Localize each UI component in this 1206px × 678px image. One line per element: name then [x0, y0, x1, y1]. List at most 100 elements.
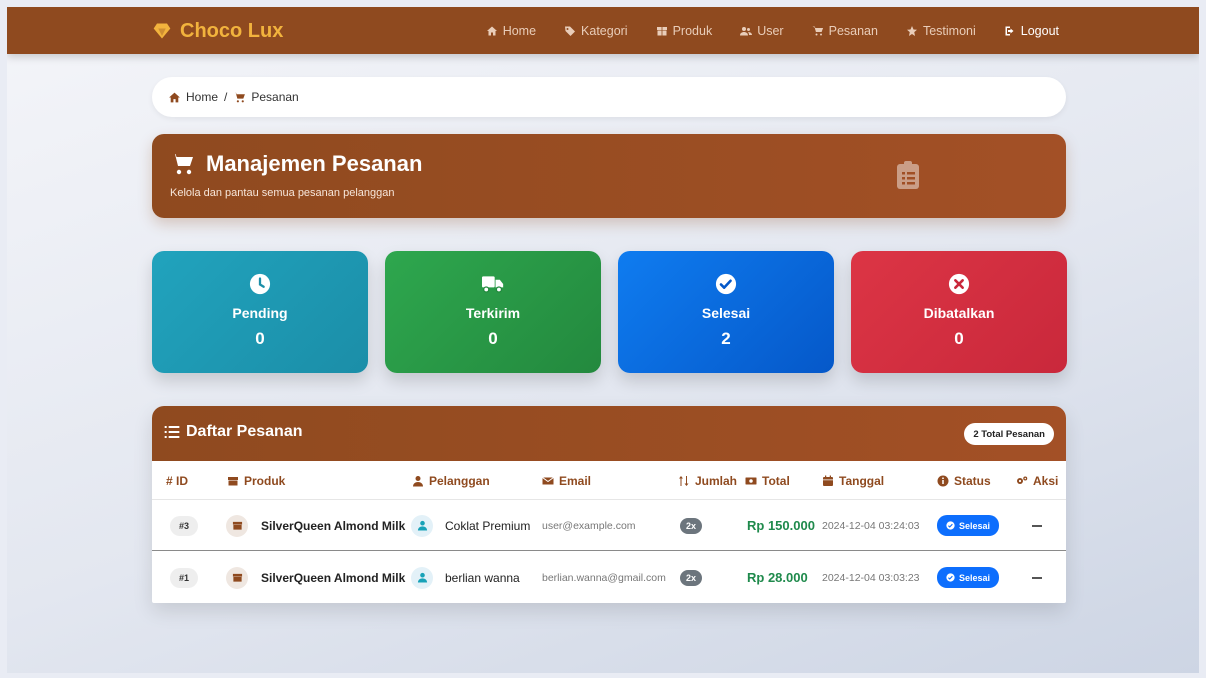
- stat-cancel-label: Dibatalkan: [923, 305, 995, 321]
- stat-cancel-value: 0: [954, 329, 964, 348]
- no-action-dash: [1032, 524, 1042, 527]
- user-icon: [417, 520, 427, 531]
- product-icon-wrap: [226, 514, 248, 537]
- stat-card-done: Selesai 2: [618, 251, 834, 373]
- calendar-icon: [823, 475, 833, 486]
- nav-produk[interactable]: Produk: [656, 23, 713, 38]
- table-row[interactable]: #1 SilverQueen Almond Milk berlian wanna…: [152, 552, 1066, 603]
- col-pelanggan[interactable]: Pelanggan: [412, 474, 490, 488]
- orders-table-header: Daftar Pesanan 2 Total Pesanan: [152, 406, 1066, 461]
- brand-logo[interactable]: Choco Lux: [152, 17, 283, 45]
- star-icon: [906, 25, 917, 36]
- nav-home[interactable]: Home: [486, 24, 536, 38]
- col-pelanggan-label: Pelanggan: [429, 474, 490, 488]
- logout-icon: [1005, 26, 1014, 35]
- nav-logout[interactable]: Logout: [1004, 24, 1059, 38]
- nav-produk-label: Produk: [672, 23, 713, 38]
- breadcrumb-current: Pesanan: [233, 90, 299, 104]
- envelope-icon: [542, 477, 554, 485]
- navbar: Choco Lux Home Kategori Produk User Pesa…: [7, 7, 1199, 54]
- col-tanggal[interactable]: Tanggal: [822, 474, 884, 488]
- status-badge: Selesai: [937, 567, 1000, 588]
- status-badge: Selesai: [937, 515, 1000, 536]
- col-jumlah[interactable]: Jumlah: [678, 474, 737, 488]
- app-frame: Choco Lux Home Kategori Produk User Pesa…: [7, 7, 1199, 673]
- page-title: Manajemen Pesanan: [170, 151, 422, 177]
- product-name: SilverQueen Almond Milk: [261, 570, 406, 585]
- home-icon: [169, 92, 180, 102]
- check-circle-icon: [715, 273, 737, 295]
- col-status-label: Status: [954, 474, 991, 488]
- stat-pending-label: Pending: [232, 305, 288, 321]
- customer-icon-wrap: [411, 566, 433, 589]
- col-email[interactable]: Email: [542, 474, 591, 488]
- nav-kategori[interactable]: Kategori: [564, 24, 628, 38]
- nav-testimoni-label: Testimoni: [922, 23, 976, 38]
- breadcrumb-home[interactable]: Home: [168, 90, 218, 104]
- customer-email: berlian.wanna@gmail.com: [542, 571, 666, 584]
- product-icon-wrap: [226, 566, 248, 589]
- info-circle-icon: [937, 475, 949, 487]
- col-id[interactable]: # ID: [166, 474, 188, 488]
- list-icon: [164, 426, 180, 438]
- order-total: Rp 150.000: [747, 518, 815, 533]
- box-icon: [656, 26, 667, 35]
- box-icon: [228, 477, 238, 486]
- nav-pesanan[interactable]: Pesanan: [812, 24, 878, 38]
- home-icon: [486, 26, 497, 35]
- col-tanggal-label: Tanggal: [839, 474, 885, 488]
- col-status[interactable]: Status: [937, 474, 991, 488]
- order-total: Rp 28.000: [747, 570, 808, 585]
- page-header-banner: Manajemen Pesanan Kelola dan pantau semu…: [152, 134, 1066, 218]
- nav-home-label: Home: [502, 23, 537, 38]
- orders-table-card: Daftar Pesanan 2 Total Pesanan # ID Prod…: [152, 406, 1066, 603]
- brand-name: Choco Lux: [180, 19, 284, 42]
- col-produk[interactable]: Produk: [227, 474, 285, 488]
- stat-card-sent: Terkirim 0: [385, 251, 601, 373]
- stat-pending-value: 0: [255, 329, 265, 348]
- nav-testimoni[interactable]: Testimoni: [906, 24, 976, 38]
- table-row[interactable]: #3 SilverQueen Almond Milk Coklat Premiu…: [152, 500, 1066, 551]
- stat-sent-label: Terkirim: [465, 305, 521, 321]
- cart-icon: [812, 26, 823, 35]
- quantity-badge: 2x: [680, 569, 703, 586]
- nav-logout-label: Logout: [1020, 23, 1059, 38]
- col-aksi[interactable]: Aksi: [1016, 474, 1058, 488]
- col-email-label: Email: [559, 474, 592, 488]
- stat-sent-value: 0: [488, 329, 498, 348]
- orders-table-title: Daftar Pesanan: [164, 423, 303, 441]
- customer-name: Coklat Premium: [445, 518, 531, 533]
- order-date: 2024-12-04 03:24:03: [822, 519, 920, 532]
- page-title-text: Manajemen Pesanan: [206, 151, 423, 176]
- customer-name: berlian wanna: [445, 570, 520, 585]
- col-total-label: Total: [762, 474, 790, 488]
- status-badge-label: Selesai: [959, 572, 991, 583]
- col-total[interactable]: Total: [745, 474, 790, 488]
- check-circle-icon: [946, 521, 955, 530]
- check-circle-icon: [946, 573, 955, 582]
- nav-kategori-label: Kategori: [581, 23, 628, 38]
- nav-user[interactable]: User: [740, 23, 784, 38]
- col-jumlah-label: Jumlah: [695, 474, 738, 488]
- product-name: SilverQueen Almond Milk: [261, 518, 406, 533]
- col-id-label: # ID: [166, 474, 189, 488]
- page-subtitle: Kelola dan pantau semua pesanan pelangga…: [170, 187, 395, 199]
- quantity-badge: 2x: [680, 517, 703, 534]
- clipboard-list-icon: [897, 161, 919, 189]
- truck-icon: [482, 276, 504, 293]
- table-column-headers: # ID Produk Pelanggan Email Jumlah Total: [152, 461, 1066, 500]
- stat-done-label: Selesai: [701, 305, 751, 321]
- nav-user-label: User: [757, 23, 784, 38]
- tags-icon: [565, 26, 576, 36]
- money-bill-icon: [745, 477, 757, 485]
- breadcrumb-current-label: Pesanan: [251, 90, 299, 104]
- gears-icon: [1017, 476, 1028, 484]
- diamond-icon: [153, 23, 171, 39]
- customer-email: user@example.com: [542, 519, 636, 532]
- box-icon: [232, 573, 242, 582]
- nav-pesanan-label: Pesanan: [828, 23, 878, 38]
- x-circle-icon: [948, 273, 970, 295]
- box-icon: [232, 521, 242, 530]
- breadcrumb-home-label: Home: [186, 90, 219, 104]
- user-icon: [417, 572, 427, 583]
